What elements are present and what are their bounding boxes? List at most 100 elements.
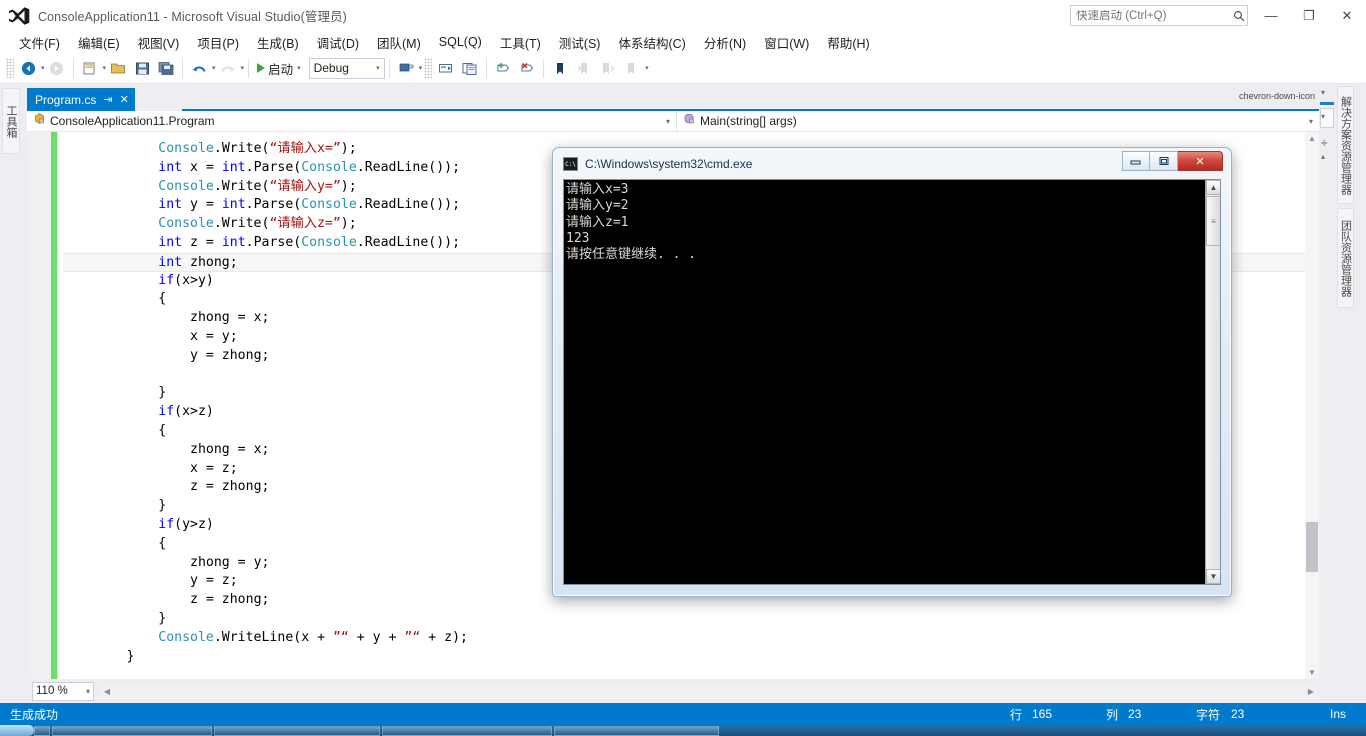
menu-item-debug[interactable]: 调试(D) [308,31,368,54]
toolbar-grip[interactable] [6,58,14,78]
new-project-icon[interactable] [78,56,102,80]
menu-item-team[interactable]: 团队(M) [368,31,430,54]
editor-horizontal-scrollbar[interactable]: ◀ ▶ [100,683,1318,699]
scroll-left-icon[interactable]: ◀ [100,684,114,699]
chevron-down-icon[interactable]: ▾ [1309,117,1313,126]
scroll-down-icon[interactable]: ▼ [1206,569,1220,584]
quick-launch-input[interactable] [1071,9,1230,22]
scroll-up-icon[interactable]: ▲ [1307,134,1317,143]
code-token: x = [182,159,222,175]
split-icon[interactable]: ÷ [1321,136,1328,150]
chevron-down-icon[interactable]: ▾ [86,687,90,696]
windows-taskbar [0,725,1366,736]
editor-margin-divider [57,132,58,679]
console-close-button[interactable]: ✕ [1178,151,1223,171]
taskbar-item-3[interactable] [382,725,552,736]
console-scroll-thumb[interactable]: ≡ [1206,196,1220,246]
console-maximize-button[interactable] [1150,151,1178,171]
redo-caret-icon[interactable]: ▾ [241,64,245,72]
minimize-button[interactable]: — [1252,0,1290,31]
class-dropdown[interactable]: ConsoleApplication11.Program ▾ [27,110,677,132]
console-minimize-button[interactable] [1122,151,1150,171]
code-token: (y>z) [174,516,214,532]
sidebar-item-team-explorer[interactable]: 团队资源管理器 [1337,208,1354,308]
toolbar-grip[interactable] [424,58,433,78]
next-bookmark-icon[interactable] [596,56,620,80]
pin-icon[interactable]: ⇥ [103,93,112,106]
toolbar-overflow-icon[interactable]: ▾ [645,64,649,72]
title-bar-controls: — ❐ ✕ [1070,0,1366,31]
previous-bookmark-icon[interactable] [572,56,596,80]
scroll-up-icon[interactable]: ▲ [1206,180,1220,195]
open-file-icon[interactable] [106,56,130,80]
undo-icon[interactable] [187,56,211,80]
menu-item-analyze[interactable]: 分析(N) [695,31,755,54]
zoom-level-combo[interactable]: 110 % ▾ [32,681,94,701]
menu-item-tools[interactable]: 工具(T) [491,31,550,54]
menu-item-edit[interactable]: 编辑(E) [69,31,129,54]
editor-scroll-thumb[interactable] [1306,522,1318,572]
member-dropdown[interactable]: Main(string[] args) ▾ [677,111,1319,132]
tab-program-cs[interactable]: Program.cs ⇥ ✕ [27,88,135,111]
attach-caret-icon[interactable]: ▾ [419,64,423,72]
class-icon [33,112,46,130]
menu-item-build[interactable]: 生成(B) [248,31,308,54]
clear-bookmarks-icon[interactable] [620,56,644,80]
sidebar-item-toolbox[interactable]: 工具箱 [2,88,20,154]
close-icon[interactable]: ✕ [120,93,129,106]
save-icon[interactable] [130,56,154,80]
attach-to-process-icon[interactable] [394,56,418,80]
scroll-right-icon[interactable]: ▶ [1304,684,1318,699]
chevron-down-icon[interactable]: ▾ [666,117,670,126]
redo-icon[interactable] [216,56,240,80]
menu-item-project[interactable]: 项目(P) [188,31,248,54]
zoom-level-value: 110 % [36,685,68,697]
cmd-console-window[interactable]: C:\ C:\Windows\system32\cmd.exe ✕ 请输入x=3… [552,147,1232,597]
taskbar-item-4[interactable] [554,725,719,736]
taskbar-item-2[interactable] [214,725,380,736]
chevron-up-icon[interactable]: ▴ [1321,152,1325,161]
sidebar-item-solution-explorer[interactable]: 解决方案资源管理器 [1337,86,1354,204]
save-all-icon[interactable] [154,56,178,80]
uncomment-selection-icon[interactable] [458,56,482,80]
chevron-down-icon[interactable]: chevron-down-icon [1239,91,1315,101]
scroll-down-icon[interactable]: ▼ [1307,668,1317,677]
close-button[interactable]: ✕ [1328,0,1366,31]
editor-vertical-scrollbar[interactable]: ▲ ▼ [1305,132,1319,679]
menu-item-view[interactable]: 视图(V) [129,31,189,54]
solution-configuration-combo[interactable]: Debug ▾ [308,57,385,79]
add-bookmark-icon[interactable] [548,56,572,80]
quick-launch-box[interactable] [1070,5,1248,26]
chevron-down-icon[interactable]: ▾ [1321,88,1325,97]
toolbar-separator [486,58,488,78]
visual-studio-window: ConsoleApplication11 - Microsoft Visual … [0,0,1366,736]
code-line[interactable]: Console.WriteLine(x + ”“ + y + ”“ + z); [63,629,1305,648]
menu-item-architecture[interactable]: 体系结构(C) [609,31,694,54]
search-icon[interactable] [1230,7,1247,25]
taskbar-pin-icon[interactable] [34,725,50,736]
menu-item-window[interactable]: 窗口(W) [755,31,818,54]
navigate-backward-icon[interactable] [16,56,40,80]
start-caret-icon[interactable]: ▾ [297,64,301,72]
maximize-button[interactable]: ❐ [1290,0,1328,31]
code-line[interactable]: } [63,610,1305,629]
menu-item-file[interactable]: 文件(F) [10,31,69,54]
start-debug-icon [257,63,266,73]
chevron-down-icon[interactable]: ▾ [376,64,380,72]
console-vertical-scrollbar[interactable]: ▲ ≡ ▼ [1205,180,1220,584]
comment-selection-icon[interactable] [434,56,458,80]
code-token: { [158,422,167,438]
menu-item-help[interactable]: 帮助(H) [818,31,878,54]
chevron-down-icon[interactable]: ▾ [1321,112,1325,121]
taskbar-item-1[interactable] [52,725,212,736]
code-line[interactable]: } [63,648,1305,667]
navigate-forward-icon[interactable] [45,56,69,80]
toggle-breakpoint-icon[interactable] [491,56,515,80]
delete-all-breakpoints-icon[interactable] [515,56,539,80]
start-button[interactable] [0,725,34,736]
console-title-bar[interactable]: C:\ C:\Windows\system32\cmd.exe ✕ [554,149,1230,179]
start-debugging-button[interactable]: 启动 ▾ [253,56,305,80]
menu-item-sql[interactable]: SQL(Q) [430,33,491,51]
menu-item-test[interactable]: 测试(S) [550,31,610,54]
console-output-area[interactable]: 请输入x=3 请输入y=2 请输入z=1 123 请按任意键继续. . . ▲ … [563,179,1221,585]
